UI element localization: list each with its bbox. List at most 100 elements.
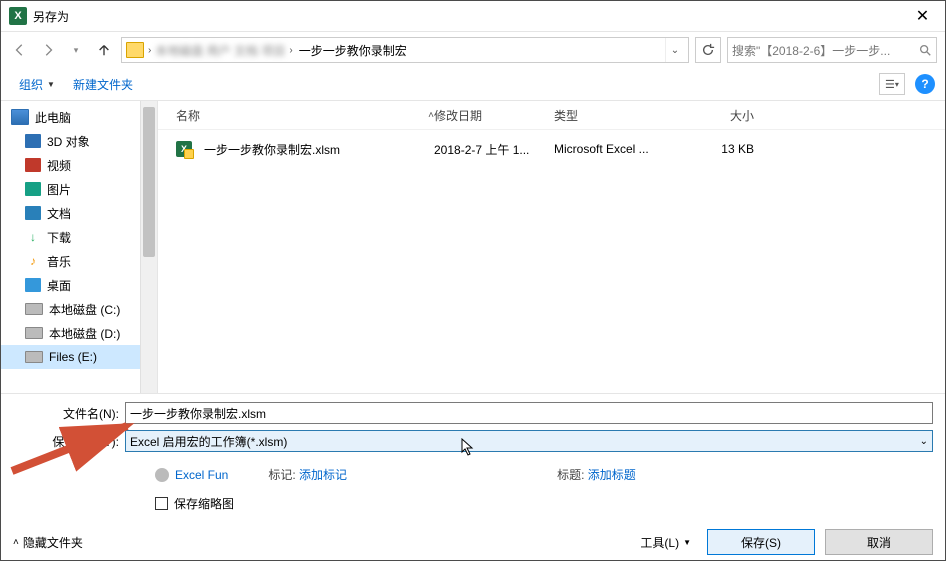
organize-label: 组织 (19, 76, 43, 93)
desktop-icon (25, 278, 41, 292)
filename-label: 文件名(N): (13, 405, 125, 422)
new-folder-button[interactable]: 新建文件夹 (65, 72, 141, 97)
chevron-right-icon: › (148, 45, 151, 56)
documents-icon (25, 206, 41, 220)
sidebar-item-documents[interactable]: 文档 (1, 201, 157, 225)
window-title: 另存为 (33, 8, 900, 25)
chevron-up-icon: ˄ (13, 537, 19, 548)
chevron-right-icon: › (289, 45, 292, 56)
sidebar-item-desktop[interactable]: 桌面 (1, 273, 157, 297)
sidebar-item-pictures[interactable]: 图片 (1, 177, 157, 201)
column-date-header[interactable]: 修改日期 (434, 107, 554, 124)
cancel-button[interactable]: 取消 (825, 529, 933, 555)
save-as-dialog: X 另存为 ✕ ▾ › 本地磁盘 用户 文档 项目 › 一步一步教你录制宏 ⌄ … (0, 0, 946, 561)
sidebar-item-videos[interactable]: 视频 (1, 153, 157, 177)
title-meta-label: 标题: (557, 468, 584, 482)
excel-app-icon: X (9, 7, 27, 25)
tools-button[interactable]: 工具(L) ▼ (634, 530, 697, 555)
sidebar-scrollbar[interactable] (140, 101, 157, 393)
drive-c-icon (25, 303, 43, 315)
add-title-link[interactable]: 添加标题 (588, 468, 636, 482)
filename-input[interactable] (125, 402, 933, 424)
search-placeholder: 搜索"【2018-2-6】一步一步... (732, 42, 914, 59)
3d-objects-icon (25, 134, 41, 148)
column-type-header[interactable]: 类型 (554, 107, 674, 124)
scrollbar-thumb[interactable] (143, 107, 155, 257)
address-bar[interactable]: › 本地磁盘 用户 文档 项目 › 一步一步教你录制宏 ⌄ (121, 37, 689, 63)
sidebar-item-drive-e[interactable]: Files (E:) (1, 345, 157, 369)
file-name: 一步一步教你录制宏.xlsm (204, 141, 340, 158)
search-input[interactable]: 搜索"【2018-2-6】一步一步... (727, 37, 937, 63)
pictures-icon (25, 182, 41, 196)
address-last-segment[interactable]: 一步一步教你录制宏 (297, 42, 409, 59)
body: 此电脑 3D 对象视频图片文档 ↓ 下载 ♪ 音乐桌面本地磁盘 (C:) 本地磁盘 (D:)… (1, 101, 945, 394)
refresh-button[interactable] (695, 37, 721, 63)
excel-file-icon: X (176, 141, 192, 157)
sidebar-item-label: 文档 (47, 205, 71, 222)
sidebar-item-label: 下载 (47, 229, 71, 246)
chevron-down-icon: ▼ (47, 80, 55, 89)
hide-folders-label: 隐藏文件夹 (23, 534, 83, 551)
column-name-header[interactable]: 名称 ˄ (176, 107, 434, 124)
file-list-header: 名称 ˄ 修改日期 类型 大小 (158, 101, 945, 130)
sidebar-item-drive-d[interactable]: 本地磁盘 (D:) (1, 321, 157, 345)
tag-label: 标记: (268, 468, 295, 482)
music-icon: ♪ (25, 254, 41, 268)
nav-recent-dropdown[interactable]: ▾ (65, 39, 87, 61)
view-mode-button[interactable]: ☰ ▾ (879, 73, 905, 95)
save-thumbnail-checkbox[interactable] (155, 497, 168, 510)
author-value[interactable]: Excel Fun (175, 468, 228, 482)
titlebar: X 另存为 ✕ (1, 1, 945, 32)
navbar: ▾ › 本地磁盘 用户 文档 项目 › 一步一步教你录制宏 ⌄ 搜索"【2018… (1, 32, 945, 68)
nav-forward-button[interactable] (37, 39, 59, 61)
toolbar: 组织 ▼ 新建文件夹 ☰ ▾ ? (1, 68, 945, 101)
savetype-label: 保存类型(T): (13, 433, 125, 450)
hide-folders-button[interactable]: ˄ 隐藏文件夹 (13, 534, 83, 551)
tools-label: 工具(L) (640, 534, 679, 551)
folder-icon (126, 42, 144, 58)
save-form: 文件名(N): 保存类型(T): Excel 启用宏的工作簿(*.xlsm) ⌄… (1, 394, 945, 524)
add-tag-link[interactable]: 添加标记 (299, 468, 347, 482)
savetype-value: Excel 启用宏的工作簿(*.xlsm) (130, 433, 287, 450)
videos-icon (25, 158, 41, 172)
save-button[interactable]: 保存(S) (707, 529, 815, 555)
sidebar-item-label: Files (E:) (49, 350, 97, 364)
drive-e-icon (25, 351, 43, 363)
file-type: Microsoft Excel ... (554, 142, 674, 156)
search-icon (918, 43, 932, 57)
address-dropdown[interactable]: ⌄ (665, 38, 684, 62)
save-thumbnail-label: 保存缩略图 (174, 495, 234, 512)
address-blurred-prefix: 本地磁盘 用户 文档 项目 (155, 42, 285, 59)
close-button[interactable]: ✕ (900, 1, 945, 31)
downloads-icon: ↓ (25, 230, 41, 244)
sidebar-item-label: 音乐 (47, 253, 71, 270)
file-row[interactable]: X 一步一步教你录制宏.xlsm 2018-2-7 上午 1...Microsoft… (176, 138, 945, 160)
column-size-header[interactable]: 大小 (674, 107, 764, 124)
sidebar-item-label: 图片 (47, 181, 71, 198)
chevron-down-icon: ⌄ (920, 436, 928, 447)
thumbnail-row: 保存缩略图 (125, 495, 933, 518)
sidebar-item-label: 视频 (47, 157, 71, 174)
savetype-select[interactable]: Excel 启用宏的工作簿(*.xlsm) ⌄ (125, 430, 933, 452)
footer: ˄ 隐藏文件夹 工具(L) ▼ 保存(S) 取消 (1, 524, 945, 560)
help-button[interactable]: ? (915, 74, 935, 94)
file-list[interactable]: X 一步一步教你录制宏.xlsm 2018-2-7 上午 1...Microsoft… (158, 130, 945, 393)
view-switcher: ☰ ▾ (879, 73, 905, 95)
sidebar-item-3d-objects[interactable]: 3D 对象 (1, 129, 157, 153)
sidebar: 此电脑 3D 对象视频图片文档 ↓ 下载 ♪ 音乐桌面本地磁盘 (C:) 本地磁盘 (D:)… (1, 101, 158, 393)
file-area: 名称 ˄ 修改日期 类型 大小 X 一步一步教你录制宏.xlsm 2018-2-7 … (158, 101, 945, 393)
sidebar-item-drive-c[interactable]: 本地磁盘 (C:) (1, 297, 157, 321)
organize-button[interactable]: 组织 ▼ (11, 72, 63, 97)
this-pc-icon (11, 109, 29, 125)
sidebar-item-this-pc[interactable]: 此电脑 (1, 105, 157, 129)
sidebar-item-label: 本地磁盘 (D:) (49, 325, 120, 342)
author-icon (155, 468, 169, 482)
nav-up-button[interactable] (93, 39, 115, 61)
sidebar-item-label: 此电脑 (35, 109, 71, 126)
new-folder-label: 新建文件夹 (73, 76, 133, 93)
file-date: 2018-2-7 上午 1... (434, 141, 554, 158)
nav-back-button[interactable] (9, 39, 31, 61)
sidebar-item-label: 3D 对象 (47, 133, 90, 150)
sidebar-item-downloads[interactable]: ↓ 下载 (1, 225, 157, 249)
sidebar-item-music[interactable]: ♪ 音乐 (1, 249, 157, 273)
